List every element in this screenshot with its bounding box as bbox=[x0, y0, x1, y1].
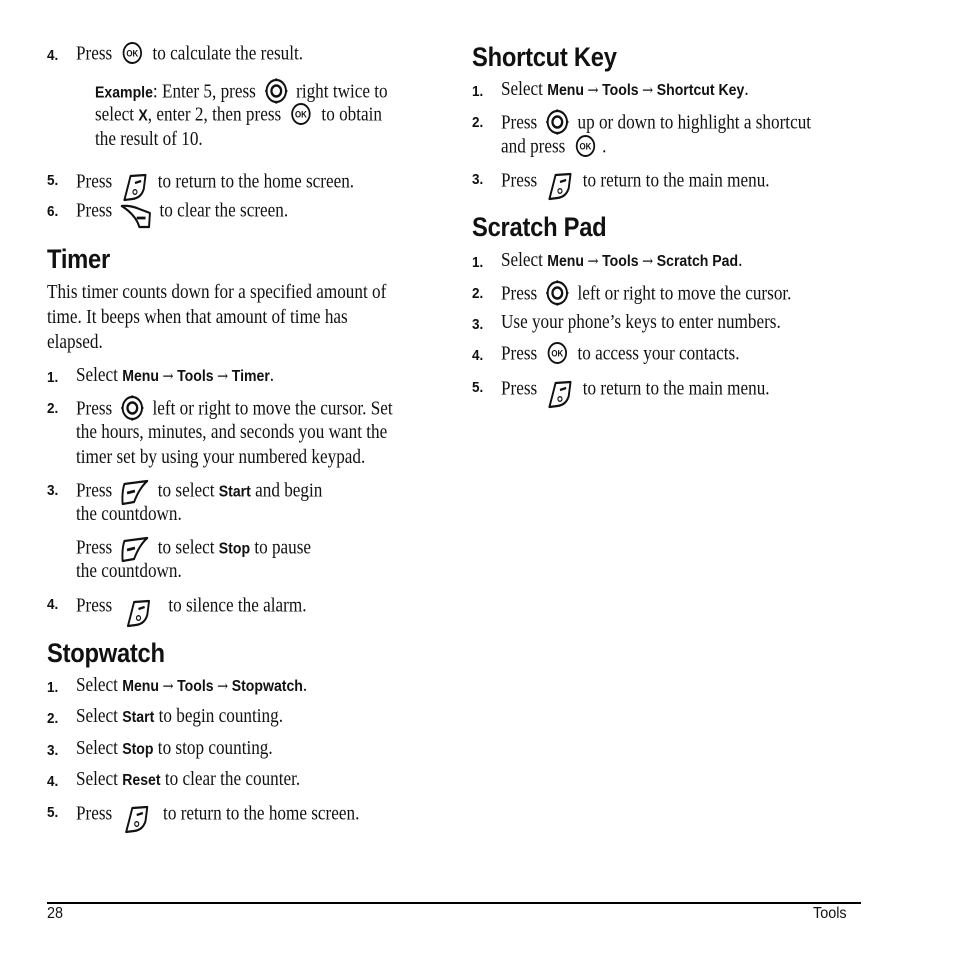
ok-key-icon bbox=[122, 41, 143, 65]
timer-intro-line-3: elapsed. bbox=[47, 332, 103, 353]
end-key-icon bbox=[122, 172, 148, 202]
stopwatch-step-4: Select Reset to clear the counter. bbox=[76, 769, 301, 790]
menu-path-item: Menu bbox=[547, 82, 584, 99]
menu-path-item: Stopwatch bbox=[231, 678, 303, 695]
ok-key-icon bbox=[547, 341, 568, 365]
timer-step-2-line-3: timer set by using your numbered keypad. bbox=[76, 447, 366, 468]
timer-step-3b-line-2: the countdown. bbox=[76, 561, 182, 582]
step-number: 4. bbox=[472, 347, 484, 364]
footer-section-title: Tools bbox=[813, 905, 847, 922]
stopwatch-menu-path: Select Menu → Tools → Stopwatch. bbox=[76, 675, 308, 696]
left-softkey-icon bbox=[120, 478, 150, 506]
shortcut-menu-path: Select Menu → Tools → Shortcut Key. bbox=[501, 79, 749, 100]
timer-intro-line-1: This timer counts down for a specified a… bbox=[47, 282, 387, 303]
timer-step-3-line-1: Press to select Start and begin bbox=[76, 478, 322, 506]
example-line-2: select X, enter 2, then press to obtain bbox=[95, 104, 382, 128]
step-number: 2. bbox=[47, 400, 59, 417]
shortcut-step-3: Press to return to the main menu. bbox=[501, 167, 770, 197]
section-heading-stopwatch: Stopwatch bbox=[47, 638, 165, 668]
ok-key-icon bbox=[291, 102, 312, 126]
left-softkey-icon bbox=[120, 535, 150, 563]
menu-path-item: Menu bbox=[547, 253, 584, 270]
timer-step-4: Press to silence the alarm. bbox=[76, 592, 307, 622]
footer-rule bbox=[47, 902, 861, 904]
end-key-icon bbox=[125, 598, 151, 628]
calc-step-5: Press to return to the home screen. bbox=[76, 168, 354, 198]
end-key-icon bbox=[547, 171, 573, 201]
step-number: 6. bbox=[47, 203, 59, 220]
step-number: 1. bbox=[47, 679, 59, 696]
scratch-menu-path: Select Menu → Tools → Scratch Pad. bbox=[501, 250, 743, 271]
menu-path-item: Menu bbox=[122, 678, 159, 695]
navigation-key-icon bbox=[120, 394, 145, 422]
shortcut-step-2-line-2: and press . bbox=[501, 136, 606, 160]
scratch-step-3: Use your phone’s keys to enter numbers. bbox=[501, 312, 781, 333]
menu-path-item: Tools bbox=[602, 82, 639, 99]
timer-step-3-line-2: the countdown. bbox=[76, 504, 182, 525]
example-line-3: the result of 10. bbox=[95, 129, 203, 150]
ok-key-icon bbox=[575, 134, 596, 158]
section-heading-scratch-pad: Scratch Pad bbox=[472, 212, 607, 242]
page-number: 28 bbox=[47, 905, 64, 922]
clear-key-icon bbox=[120, 203, 152, 229]
timer-step-2-line-1: Press left or right to move the cursor. … bbox=[76, 396, 393, 424]
stopwatch-step-2: Select Start to begin counting. bbox=[76, 706, 283, 727]
calc-step-4: Press to calculate the result. bbox=[76, 43, 303, 67]
calc-step-6: Press to clear the screen. bbox=[76, 199, 288, 225]
step-number: 4. bbox=[47, 596, 59, 613]
navigation-key-icon bbox=[545, 108, 570, 136]
menu-path-item: Tools bbox=[602, 253, 639, 270]
step-number: 5. bbox=[472, 379, 484, 396]
menu-path-item: Scratch Pad bbox=[656, 253, 739, 270]
section-heading-timer: Timer bbox=[47, 244, 110, 274]
section-heading-shortcut-key: Shortcut Key bbox=[472, 42, 617, 72]
timer-menu-path: Select Menu → Tools → Timer. bbox=[76, 365, 275, 386]
step-number: 2. bbox=[472, 114, 484, 131]
step-number: 4. bbox=[47, 773, 59, 790]
step-number: 1. bbox=[472, 254, 484, 271]
step-number: 3. bbox=[472, 316, 484, 333]
menu-path-item: Menu bbox=[122, 368, 159, 385]
timer-intro-line-2: time. It beeps when that amount of time … bbox=[47, 307, 348, 328]
step-number: 1. bbox=[472, 83, 484, 100]
navigation-key-icon bbox=[264, 77, 289, 105]
menu-path-item: Tools bbox=[177, 678, 214, 695]
step-number: 3. bbox=[47, 482, 59, 499]
step-number: 5. bbox=[47, 172, 59, 189]
shortcut-step-2-line-1: Press up or down to highlight a shortcut bbox=[501, 110, 811, 138]
step-number: 1. bbox=[47, 369, 59, 386]
timer-step-2-line-2: the hours, minutes, and seconds you want… bbox=[76, 422, 388, 443]
step-number: 2. bbox=[472, 285, 484, 302]
menu-path-item: Timer bbox=[231, 368, 270, 385]
scratch-step-5: Press to return to the main menu. bbox=[501, 375, 770, 405]
timer-step-3b-line-1: Press to select Stop to pause bbox=[76, 535, 311, 563]
step-number: 4. bbox=[47, 47, 59, 64]
step-number: 3. bbox=[47, 742, 59, 759]
menu-path-item: Shortcut Key bbox=[656, 82, 745, 99]
step-number: 3. bbox=[472, 171, 484, 188]
stopwatch-step-3: Select Stop to stop counting. bbox=[76, 738, 273, 759]
end-key-icon bbox=[547, 379, 573, 409]
menu-path-item: Tools bbox=[177, 368, 214, 385]
navigation-key-icon bbox=[545, 279, 570, 307]
step-number: 5. bbox=[47, 804, 59, 821]
scratch-step-4: Press to access your contacts. bbox=[501, 343, 740, 367]
example-line-1: Example: Enter 5, press right twice to bbox=[95, 79, 388, 107]
scratch-step-2: Press left or right to move the cursor. bbox=[501, 281, 791, 309]
end-key-icon bbox=[124, 804, 150, 834]
stopwatch-step-5: Press to return to the home screen. bbox=[76, 800, 359, 830]
step-number: 2. bbox=[47, 710, 59, 727]
